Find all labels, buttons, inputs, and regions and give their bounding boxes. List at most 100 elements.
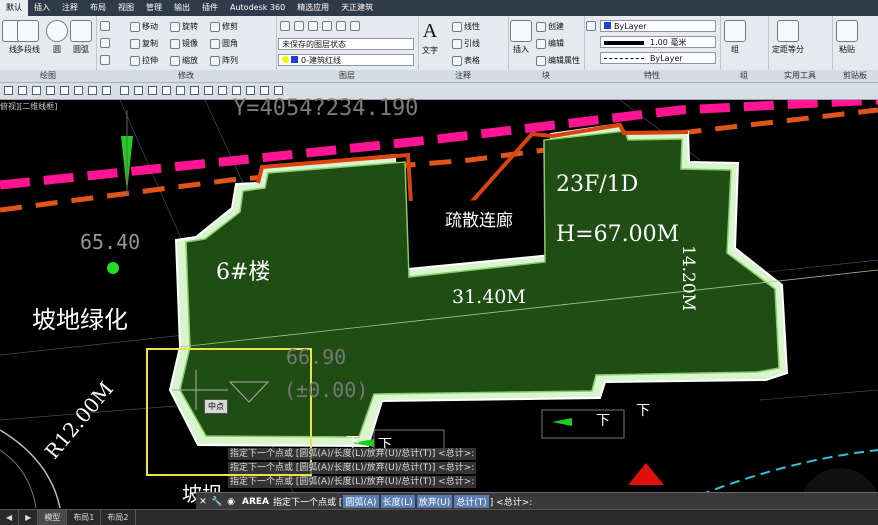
annotation-panel-title[interactable]: 注释 bbox=[418, 70, 508, 82]
array-button[interactable]: 阵列 bbox=[210, 55, 238, 66]
copy-button[interactable]: 复制 bbox=[130, 38, 158, 49]
properties-panel-title[interactable]: 特性 bbox=[584, 70, 720, 82]
modify-panel-title[interactable]: 修改 bbox=[96, 70, 276, 82]
tab-autodesk360[interactable]: Autodesk 360 bbox=[224, 0, 291, 16]
relative-elevation-label: (±0.00) bbox=[284, 378, 369, 402]
command-history-line: 指定下一个点或 [圆弧(A)/长度(L)/放弃(U)/总计(T)] <总计>: bbox=[228, 476, 477, 488]
text-button[interactable]: A 文字 bbox=[422, 20, 438, 56]
tool-icon[interactable] bbox=[246, 86, 255, 95]
tool-icon[interactable] bbox=[46, 86, 55, 95]
tab-annotate[interactable]: 注释 bbox=[56, 0, 84, 16]
tool-icon[interactable] bbox=[134, 86, 143, 95]
tool-icon[interactable] bbox=[204, 86, 213, 95]
draw-panel-title[interactable]: 绘图 bbox=[0, 70, 96, 82]
block-panel-title[interactable]: 块 bbox=[508, 70, 584, 82]
linetype-dropdown[interactable]: ByLayer bbox=[600, 52, 716, 64]
move-icon bbox=[130, 21, 140, 32]
layer-lock-icon[interactable] bbox=[322, 21, 332, 31]
layer-properties-icon[interactable] bbox=[280, 21, 290, 31]
tool-icon[interactable] bbox=[102, 86, 111, 95]
option-arc[interactable]: 圆弧(A) bbox=[343, 495, 379, 508]
circle-button[interactable]: 圆 bbox=[46, 20, 68, 55]
scale-button[interactable]: 缩放 bbox=[170, 55, 198, 66]
tab-insert[interactable]: 插入 bbox=[28, 0, 56, 16]
rotate-button[interactable]: 旋转 bbox=[170, 21, 198, 32]
clipboard-panel-title[interactable]: 剪贴板 bbox=[832, 70, 878, 82]
trim-button[interactable]: 修剪 bbox=[210, 21, 238, 32]
edit-attributes-button[interactable]: 编辑属性 bbox=[536, 55, 580, 66]
layer-freeze-icon[interactable] bbox=[308, 21, 318, 31]
tab-manage[interactable]: 管理 bbox=[140, 0, 168, 16]
edit-block-button[interactable]: 编辑 bbox=[536, 38, 564, 49]
close-icon[interactable]: ✕ bbox=[196, 497, 210, 507]
toolbar-small-btn[interactable] bbox=[100, 38, 110, 48]
measure-button[interactable]: 定距等分 bbox=[772, 20, 804, 55]
toolbar-small-btn[interactable] bbox=[100, 55, 110, 65]
create-block-button[interactable]: 创建 bbox=[536, 21, 564, 32]
groups-panel-title[interactable]: 组 bbox=[720, 70, 768, 82]
lineweight-dropdown[interactable]: 1.00 毫米 bbox=[600, 36, 716, 48]
move-button[interactable]: 移动 bbox=[130, 21, 158, 32]
layer-state-dropdown[interactable]: 未保存的图层状态 bbox=[278, 38, 414, 50]
tool-icon[interactable] bbox=[232, 86, 241, 95]
tab-layout2[interactable]: 布局2 bbox=[101, 510, 136, 525]
floor-elevation-label: 66.90 bbox=[286, 345, 347, 369]
arc-button[interactable]: 圆弧 bbox=[70, 20, 92, 55]
tool-icon[interactable] bbox=[218, 86, 227, 95]
mirror-button[interactable]: 镜像 bbox=[170, 38, 198, 49]
nav-prev-icon[interactable]: ◀ bbox=[0, 510, 20, 525]
option-total[interactable]: 总计(T) bbox=[454, 495, 489, 508]
tool-icon[interactable] bbox=[60, 86, 69, 95]
history-icon[interactable]: ◉ bbox=[224, 497, 238, 507]
drawing-canvas[interactable] bbox=[0, 100, 878, 508]
option-length[interactable]: 长度(L) bbox=[380, 495, 415, 508]
tab-model[interactable]: 模型 bbox=[38, 510, 68, 525]
layer-iso-icon[interactable] bbox=[336, 21, 346, 31]
tool-icon[interactable] bbox=[88, 86, 97, 95]
tool-icon[interactable] bbox=[274, 86, 283, 95]
tool-icon[interactable] bbox=[32, 86, 41, 95]
command-line[interactable]: ✕ 🔧 ◉ AREA 指定下一个点或 [ 圆弧(A) 长度(L) 放弃(U) 总… bbox=[196, 492, 878, 510]
tool-icon[interactable] bbox=[4, 86, 13, 95]
insert-block-button[interactable]: 插入 bbox=[510, 20, 532, 55]
leader-button[interactable]: 引线 bbox=[452, 38, 480, 49]
layer-match-icon[interactable] bbox=[350, 21, 360, 31]
linear-dim-button[interactable]: 线性 bbox=[452, 21, 480, 32]
tool-icon[interactable] bbox=[260, 86, 269, 95]
tool-icon[interactable] bbox=[190, 86, 199, 95]
tab-featured-apps[interactable]: 精选应用 bbox=[291, 0, 335, 16]
copy-icon bbox=[130, 38, 140, 49]
tool-icon[interactable] bbox=[176, 86, 185, 95]
option-undo[interactable]: 放弃(U) bbox=[416, 495, 453, 508]
layers-panel: 未保存的图层状态 0-建筑红线 图层 bbox=[276, 16, 419, 82]
current-layer-dropdown[interactable]: 0-建筑红线 bbox=[278, 54, 414, 66]
fillet-button[interactable]: 圆角 bbox=[210, 38, 238, 49]
tab-output[interactable]: 输出 bbox=[168, 0, 196, 16]
color-dropdown[interactable]: ByLayer bbox=[600, 20, 716, 32]
nav-next-icon[interactable]: ▶ bbox=[19, 510, 39, 525]
tab-layout1[interactable]: 布局1 bbox=[67, 510, 102, 525]
match-properties-button[interactable] bbox=[586, 21, 596, 31]
tool-icon[interactable] bbox=[18, 86, 27, 95]
viewport-label[interactable]: 俯视][二维线框] bbox=[0, 101, 57, 112]
tool-icon[interactable] bbox=[148, 86, 157, 95]
tab-layout[interactable]: 布局 bbox=[84, 0, 112, 16]
tab-view[interactable]: 视图 bbox=[112, 0, 140, 16]
length-dimension-label: 31.40M bbox=[452, 286, 526, 308]
tab-default[interactable]: 默认 bbox=[0, 0, 28, 16]
group-button[interactable]: 组 bbox=[724, 20, 746, 55]
layers-panel-title[interactable]: 图层 bbox=[276, 70, 418, 82]
tab-tangent[interactable]: 天正建筑 bbox=[335, 0, 379, 16]
table-button[interactable]: 表格 bbox=[452, 55, 480, 66]
tool-icon[interactable] bbox=[162, 86, 171, 95]
tool-icon[interactable] bbox=[74, 86, 83, 95]
stretch-button[interactable]: 拉伸 bbox=[130, 55, 158, 66]
layer-on-icon[interactable] bbox=[294, 21, 304, 31]
tab-plugins[interactable]: 插件 bbox=[196, 0, 224, 16]
utilities-panel-title[interactable]: 实用工具 bbox=[768, 70, 832, 82]
paste-button[interactable]: 粘贴 bbox=[836, 20, 858, 55]
toolbar-small-btn[interactable] bbox=[100, 21, 110, 31]
polyline-button[interactable]: 多段线 bbox=[16, 20, 40, 55]
tool-icon[interactable] bbox=[120, 86, 129, 95]
wrench-icon[interactable]: 🔧 bbox=[210, 497, 224, 507]
